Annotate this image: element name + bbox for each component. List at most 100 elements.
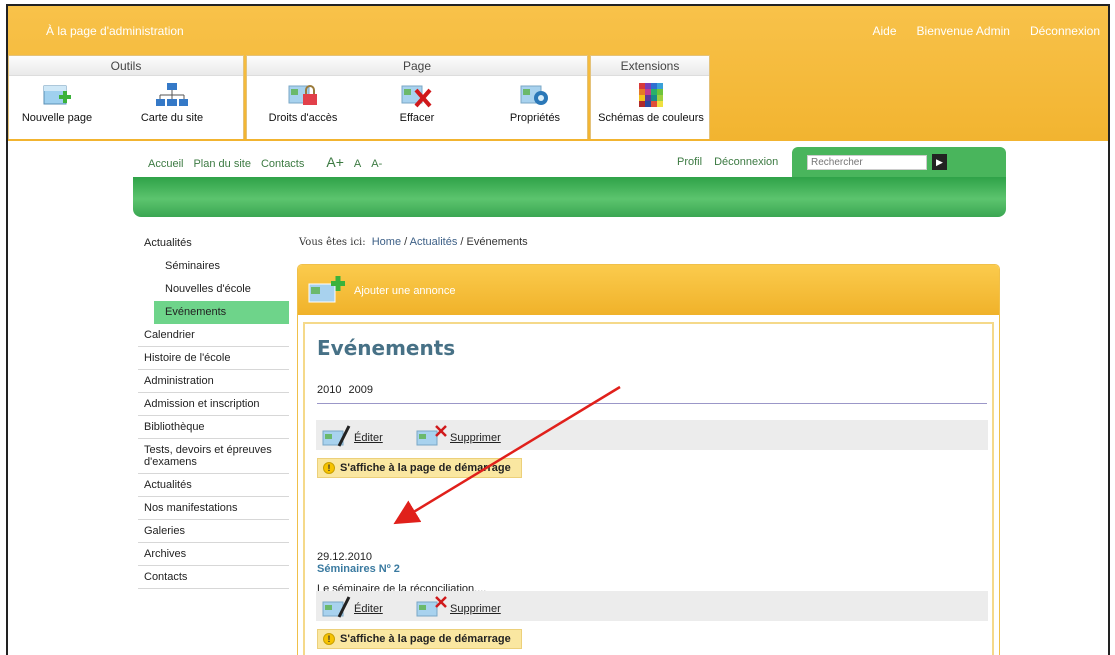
properties-button[interactable]: Propriétés xyxy=(495,82,575,124)
color-schemes-button[interactable]: Schémas de couleurs xyxy=(591,82,711,124)
delete-label: Supprimer xyxy=(450,432,501,444)
admin-toolbar: À la page d'administration Aide Bienvenu… xyxy=(8,6,1108,141)
properties-label: Propriétés xyxy=(509,112,561,124)
sidebar-item-nouvelles-ecole[interactable]: Nouvelles d'école xyxy=(138,278,289,301)
sidebar-item-bibliotheque[interactable]: Bibliothèque xyxy=(138,416,289,439)
sidebar-item-tests[interactable]: Tests, devoirs et épreuves d'examens xyxy=(138,439,289,474)
color-palette-icon xyxy=(639,83,663,107)
sidebar-item-galeries[interactable]: Galeries xyxy=(138,520,289,543)
delete-button[interactable]: Supprimer xyxy=(416,595,501,619)
gear-icon xyxy=(520,85,548,105)
sidebar-item-contacts[interactable]: Contacts xyxy=(138,566,289,589)
delete-x-icon xyxy=(416,596,447,617)
access-rights-label: Droits d'accès xyxy=(268,112,338,124)
entry-action-bar: Éditer Supprimer xyxy=(316,591,988,621)
tools-group-title: Outils xyxy=(9,56,243,76)
edit-label: Éditer xyxy=(354,603,383,615)
access-rights-button[interactable]: Droits d'accès xyxy=(263,82,343,124)
panel-body: Evénements 2010 2009 Éditer Supprimer ! … xyxy=(303,322,994,655)
search-submit-button[interactable]: ▶ xyxy=(932,154,947,170)
year-link-2009[interactable]: 2009 xyxy=(349,384,373,396)
sidebar-item-manifestations[interactable]: Nos manifestations xyxy=(138,497,289,520)
edit-button[interactable]: Éditer xyxy=(322,424,383,448)
color-schemes-label: Schémas de couleurs xyxy=(598,112,704,124)
edit-label: Éditer xyxy=(354,432,383,444)
font-normal-button[interactable]: A xyxy=(354,158,361,170)
breadcrumb-separator: / xyxy=(457,236,467,248)
add-announcement-icon[interactable] xyxy=(307,275,347,305)
extensions-group: Extensions Schémas de couleurs xyxy=(590,55,710,139)
sidebar-item-evenements[interactable]: Evénements xyxy=(154,301,289,324)
site-map-label: Carte du site xyxy=(140,112,204,124)
entry-date: 29.12.2010 xyxy=(317,551,373,563)
extensions-group-title: Extensions xyxy=(591,56,709,76)
edit-pencil-icon xyxy=(322,425,351,447)
sidebar-item-administration[interactable]: Administration xyxy=(138,370,289,393)
breadcrumb: Vous êtes ici: Home / Actualités / Evéne… xyxy=(299,236,528,248)
notice-text: S'affiche à la page de démarrage xyxy=(340,462,511,474)
help-link[interactable]: Aide xyxy=(873,24,897,38)
welcome-admin-link[interactable]: Bienvenue Admin xyxy=(917,24,1010,38)
startpage-notice: ! S'affiche à la page de démarrage xyxy=(317,458,522,478)
panel-header: Ajouter une annonce xyxy=(298,265,999,315)
page-title: Evénements xyxy=(317,336,456,360)
nav-contacts-link[interactable]: Contacts xyxy=(261,158,304,170)
sidebar-item-seminaires[interactable]: Séminaires xyxy=(138,255,289,278)
edit-pencil-icon xyxy=(322,596,351,618)
site-map-icon xyxy=(156,83,188,106)
admin-logout-link[interactable]: Déconnexion xyxy=(1030,24,1100,38)
sidebar-menu: Actualités Séminaires Nouvelles d'école … xyxy=(138,232,289,589)
breadcrumb-actualites[interactable]: Actualités xyxy=(410,236,458,248)
page-group-title: Page xyxy=(247,56,587,76)
warning-icon: ! xyxy=(323,462,335,474)
entry-action-bar: Éditer Supprimer xyxy=(316,420,988,450)
entry-title-link[interactable]: Séminaires Nº 2 xyxy=(317,563,400,575)
delete-page-label: Effacer xyxy=(399,112,435,124)
sidebar-item-actualites[interactable]: Actualités xyxy=(138,232,289,255)
delete-page-icon xyxy=(401,85,432,108)
site-map-button[interactable]: Carte du site xyxy=(127,82,217,124)
search-box: ▶ xyxy=(792,147,1006,177)
sidebar-item-archives[interactable]: Archives xyxy=(138,543,289,566)
sidebar-item-actualites-2[interactable]: Actualités xyxy=(138,474,289,497)
sidebar-item-calendrier[interactable]: Calendrier xyxy=(138,324,289,347)
new-page-icon xyxy=(43,85,71,105)
breadcrumb-home[interactable]: Home xyxy=(372,236,401,248)
site-top-nav: Accueil Plan du site Contacts A+ A A- xyxy=(148,154,382,170)
profile-link[interactable]: Profil xyxy=(677,156,702,168)
delete-button[interactable]: Supprimer xyxy=(416,424,501,448)
year-link-2010[interactable]: 2010 xyxy=(317,384,341,396)
year-filter: 2010 2009 xyxy=(317,384,987,404)
admin-top-links: Aide Bienvenue Admin Déconnexion xyxy=(873,24,1101,38)
events-panel: Ajouter une annonce Evénements 2010 2009… xyxy=(297,264,1000,655)
new-page-button[interactable]: Nouvelle page xyxy=(12,82,102,124)
warning-icon: ! xyxy=(323,633,335,645)
back-to-admin-link[interactable]: À la page d'administration xyxy=(46,24,184,38)
font-size-controls: A+ A A- xyxy=(326,154,382,170)
page-group: Page Droits d'accès Effacer Propriétés xyxy=(246,55,588,139)
logout-link[interactable]: Déconnexion xyxy=(714,156,778,168)
nav-sitemap-link[interactable]: Plan du site xyxy=(193,158,250,170)
new-page-label: Nouvelle page xyxy=(21,112,93,124)
add-announcement-link[interactable]: Ajouter une annonce xyxy=(354,285,456,297)
edit-button[interactable]: Éditer xyxy=(322,595,383,619)
breadcrumb-separator: / xyxy=(401,236,410,248)
sidebar-item-histoire[interactable]: Histoire de l'école xyxy=(138,347,289,370)
site-banner xyxy=(133,177,1006,217)
notice-text: S'affiche à la page de démarrage xyxy=(340,633,511,645)
sidebar-item-admission[interactable]: Admission et inscription xyxy=(138,393,289,416)
font-decrease-button[interactable]: A- xyxy=(371,158,382,170)
breadcrumb-label: Vous êtes ici: xyxy=(299,237,366,248)
user-nav: Profil Déconnexion xyxy=(677,156,778,168)
delete-x-icon xyxy=(416,425,447,446)
tools-group: Outils Nouvelle page Carte du site xyxy=(8,55,244,139)
font-increase-button[interactable]: A+ xyxy=(326,154,344,170)
browser-frame: À la page d'administration Aide Bienvenu… xyxy=(6,4,1110,655)
nav-home-link[interactable]: Accueil xyxy=(148,158,183,170)
lock-icon xyxy=(288,85,317,105)
search-input[interactable] xyxy=(807,155,927,170)
delete-page-button[interactable]: Effacer xyxy=(382,82,452,124)
breadcrumb-current: Evénements xyxy=(466,236,528,248)
delete-label: Supprimer xyxy=(450,603,501,615)
startpage-notice: ! S'affiche à la page de démarrage xyxy=(317,629,522,649)
